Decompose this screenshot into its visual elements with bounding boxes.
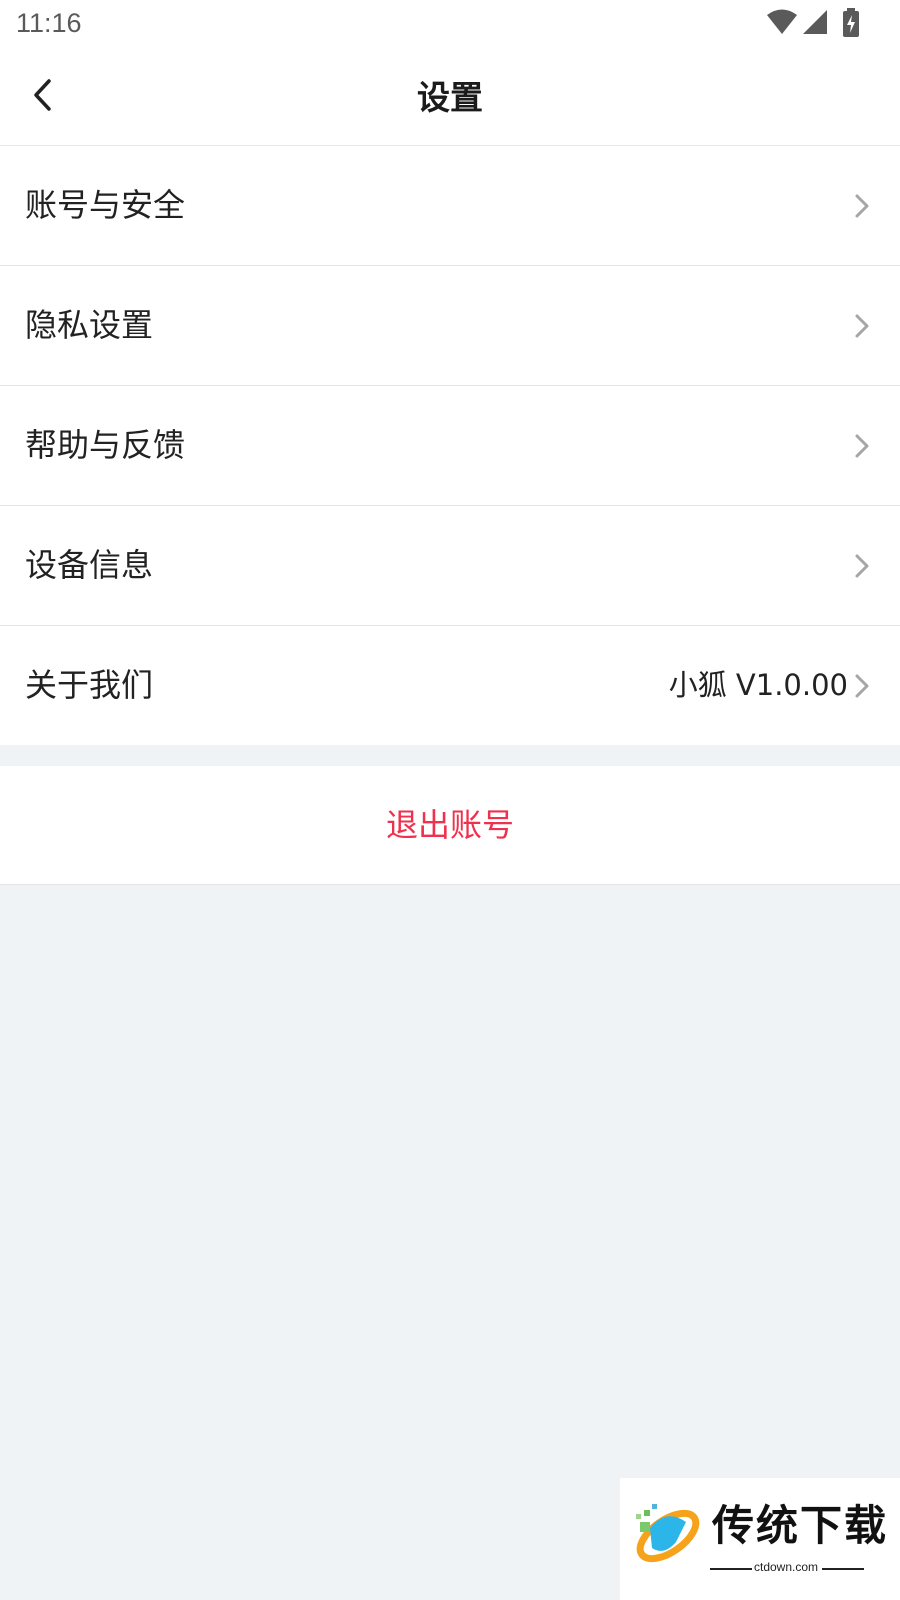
menu-item-label: 关于我们	[25, 666, 154, 704]
status-bar: 11:16	[0, 0, 900, 50]
chevron-right-icon	[855, 194, 869, 218]
chevron-right-icon	[855, 674, 869, 698]
signal-icon	[802, 8, 828, 40]
chevron-right-icon	[855, 314, 869, 338]
menu-item-label: 账号与安全	[25, 186, 186, 224]
watermark-url: ctdown.com	[754, 1560, 819, 1574]
watermark-divider	[710, 1568, 752, 1570]
chevron-left-icon	[34, 79, 51, 111]
menu-item-label: 隐私设置	[25, 306, 154, 344]
status-time: 11:16	[16, 8, 82, 38]
battery-charging-icon	[842, 8, 860, 42]
menu-item-help-feedback[interactable]: 帮助与反馈	[0, 386, 900, 506]
menu-item-account-security[interactable]: 账号与安全	[0, 146, 900, 266]
watermark-logo-icon	[636, 1504, 700, 1563]
settings-menu: 账号与安全 隐私设置 帮助与反馈 设备信息 关于我们 小狐 V1.0.00	[0, 146, 900, 745]
app-version-value: 小狐 V1.0.00	[668, 668, 848, 702]
navigation-bar: 设置	[0, 50, 900, 146]
chevron-right-icon	[855, 554, 869, 578]
menu-item-label: 设备信息	[25, 546, 154, 584]
watermark-text: 传统下载	[712, 1501, 889, 1550]
back-button[interactable]	[18, 70, 68, 120]
logout-label: 退出账号	[385, 806, 514, 844]
watermark-divider	[822, 1568, 864, 1570]
page-title: 设置	[417, 78, 483, 117]
watermark: 传统下载 ctdown.com	[620, 1478, 900, 1600]
logout-button[interactable]: 退出账号	[0, 766, 900, 885]
chevron-right-icon	[855, 434, 869, 458]
menu-item-label: 帮助与反馈	[25, 426, 186, 464]
wifi-icon	[766, 8, 798, 40]
menu-item-privacy-settings[interactable]: 隐私设置	[0, 266, 900, 386]
menu-item-about-us[interactable]: 关于我们 小狐 V1.0.00	[0, 626, 900, 745]
menu-item-device-info[interactable]: 设备信息	[0, 506, 900, 626]
